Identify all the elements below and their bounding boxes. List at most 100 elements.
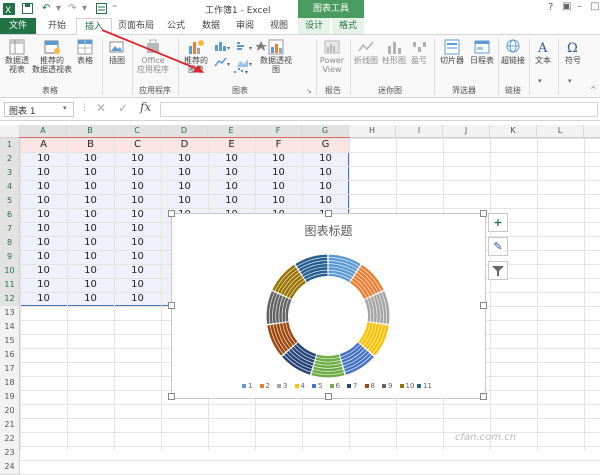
- data-cell[interactable]: 10: [20, 264, 67, 278]
- resize-handle[interactable]: [480, 393, 487, 400]
- symbol-button[interactable]: Ω 符号: [562, 39, 584, 65]
- header-cell[interactable]: A: [20, 138, 67, 152]
- scatter-chart-icon[interactable]: ▾: [232, 65, 250, 78]
- legend-entry[interactable]: 1: [242, 382, 252, 390]
- formula-input[interactable]: [160, 102, 598, 117]
- column-header[interactable]: K: [490, 125, 537, 137]
- column-header[interactable]: E: [208, 125, 255, 137]
- undo-icon[interactable]: ↶: [42, 3, 50, 15]
- sparkline-winloss-button[interactable]: 盈亏: [408, 39, 430, 65]
- row-header[interactable]: 9: [0, 250, 20, 265]
- chart-styles-button[interactable]: ✎: [488, 237, 508, 256]
- data-cell[interactable]: 10: [302, 180, 349, 194]
- charts-dialog-launcher-icon[interactable]: ↘: [306, 87, 312, 95]
- legend-entry[interactable]: 9: [382, 382, 392, 390]
- data-cell[interactable]: 10: [20, 292, 67, 306]
- timeline-button[interactable]: 日程表: [468, 39, 496, 65]
- column-header[interactable]: D: [161, 125, 208, 137]
- name-box-dropdown-icon[interactable]: ▾: [63, 104, 67, 112]
- data-cell[interactable]: 10: [67, 292, 114, 306]
- enter-icon[interactable]: ✓: [118, 101, 128, 115]
- minimize-icon[interactable]: –: [577, 1, 582, 12]
- data-cell[interactable]: 10: [20, 222, 67, 236]
- cancel-icon[interactable]: ✕: [96, 101, 106, 115]
- legend-entry[interactable]: 6: [329, 382, 340, 390]
- header-cell[interactable]: B: [67, 138, 114, 152]
- data-cell[interactable]: 10: [161, 166, 208, 180]
- column-header[interactable]: A: [20, 125, 67, 137]
- header-cell[interactable]: E: [208, 138, 255, 152]
- power-view-button[interactable]: Power View: [318, 39, 346, 74]
- data-cell[interactable]: 10: [255, 152, 302, 166]
- chart-legend[interactable]: 1 2 3 4 5 6 7 8 9 10 11: [172, 214, 485, 398]
- header-cell[interactable]: F: [255, 138, 302, 152]
- legend-entry[interactable]: 7: [347, 382, 357, 390]
- sparkline-column-button[interactable]: 柱形图: [382, 39, 406, 65]
- data-cell[interactable]: 10: [20, 194, 67, 208]
- pivot-table-button[interactable]: 数据透视表: [4, 39, 30, 74]
- header-cell[interactable]: G: [302, 138, 349, 152]
- data-cell[interactable]: 10: [67, 194, 114, 208]
- column-header[interactable]: I: [396, 125, 443, 137]
- hyperlink-button[interactable]: 超链接: [500, 39, 526, 65]
- row-header[interactable]: 14: [0, 320, 20, 335]
- column-header[interactable]: J: [443, 125, 490, 137]
- column-header[interactable]: F: [255, 125, 302, 137]
- row-header[interactable]: 19: [0, 390, 20, 405]
- bar-chart-icon[interactable]: ▾: [214, 57, 232, 70]
- sparkline-line-button[interactable]: 折线图: [354, 39, 378, 65]
- legend-entry[interactable]: 5: [312, 382, 322, 390]
- data-cell[interactable]: 10: [67, 166, 114, 180]
- tab-format[interactable]: 格式: [332, 18, 364, 34]
- name-box[interactable]: 图表 1 ▾: [4, 102, 74, 117]
- resize-handle[interactable]: [168, 393, 175, 400]
- column-chart-icon[interactable]: ▾: [214, 41, 232, 54]
- data-cell[interactable]: 10: [20, 278, 67, 292]
- collapse-ribbon-icon[interactable]: ^: [590, 85, 597, 94]
- data-cell[interactable]: 10: [114, 236, 161, 250]
- tab-file[interactable]: 文件: [0, 18, 36, 34]
- data-cell[interactable]: 10: [67, 278, 114, 292]
- data-cell[interactable]: 10: [255, 194, 302, 208]
- insert-function-icon[interactable]: fx: [140, 100, 151, 114]
- data-cell[interactable]: 10: [67, 236, 114, 250]
- legend-entry[interactable]: 4: [294, 382, 305, 390]
- legend-entry[interactable]: 3: [277, 382, 287, 390]
- symbol-dropdown-icon[interactable]: ▾: [568, 77, 572, 85]
- data-cell[interactable]: 10: [161, 152, 208, 166]
- row-header[interactable]: 12: [0, 292, 20, 307]
- line-chart-icon[interactable]: ▾: [236, 41, 254, 54]
- select-all-corner[interactable]: [0, 125, 20, 137]
- resize-handle[interactable]: [168, 210, 175, 217]
- recommended-pivot-button[interactable]: 推荐的 数据透视表: [32, 39, 72, 74]
- row-header[interactable]: 2: [0, 152, 20, 167]
- save-icon[interactable]: [22, 3, 33, 15]
- resize-handle[interactable]: [480, 302, 487, 309]
- resize-handle[interactable]: [480, 210, 487, 217]
- data-cell[interactable]: 10: [114, 292, 161, 306]
- data-cell[interactable]: 10: [67, 250, 114, 264]
- help-icon[interactable]: ?: [548, 2, 553, 13]
- data-cell[interactable]: 10: [114, 180, 161, 194]
- data-cell[interactable]: 10: [114, 166, 161, 180]
- legend-entry[interactable]: 11: [417, 382, 432, 390]
- row-header[interactable]: 6: [0, 208, 20, 223]
- row-header[interactable]: 8: [0, 236, 20, 251]
- row-header[interactable]: 17: [0, 362, 20, 377]
- text-dropdown-icon[interactable]: ▾: [538, 77, 542, 85]
- data-cell[interactable]: 10: [20, 152, 67, 166]
- data-cell[interactable]: 10: [114, 278, 161, 292]
- data-cell[interactable]: 10: [114, 208, 161, 222]
- text-button[interactable]: A 文本: [532, 39, 554, 65]
- column-header[interactable]: H: [349, 125, 396, 137]
- row-header[interactable]: 23: [0, 446, 20, 461]
- column-header[interactable]: C: [114, 125, 161, 137]
- resize-handle[interactable]: [325, 393, 332, 400]
- data-cell[interactable]: 10: [20, 208, 67, 222]
- chart-elements-button[interactable]: +: [488, 213, 508, 232]
- undo-dropdown-icon[interactable]: ▾: [56, 3, 61, 15]
- data-cell[interactable]: 10: [114, 152, 161, 166]
- print-preview-icon[interactable]: [96, 3, 107, 15]
- data-cell[interactable]: 10: [208, 194, 255, 208]
- row-header[interactable]: 5: [0, 194, 20, 209]
